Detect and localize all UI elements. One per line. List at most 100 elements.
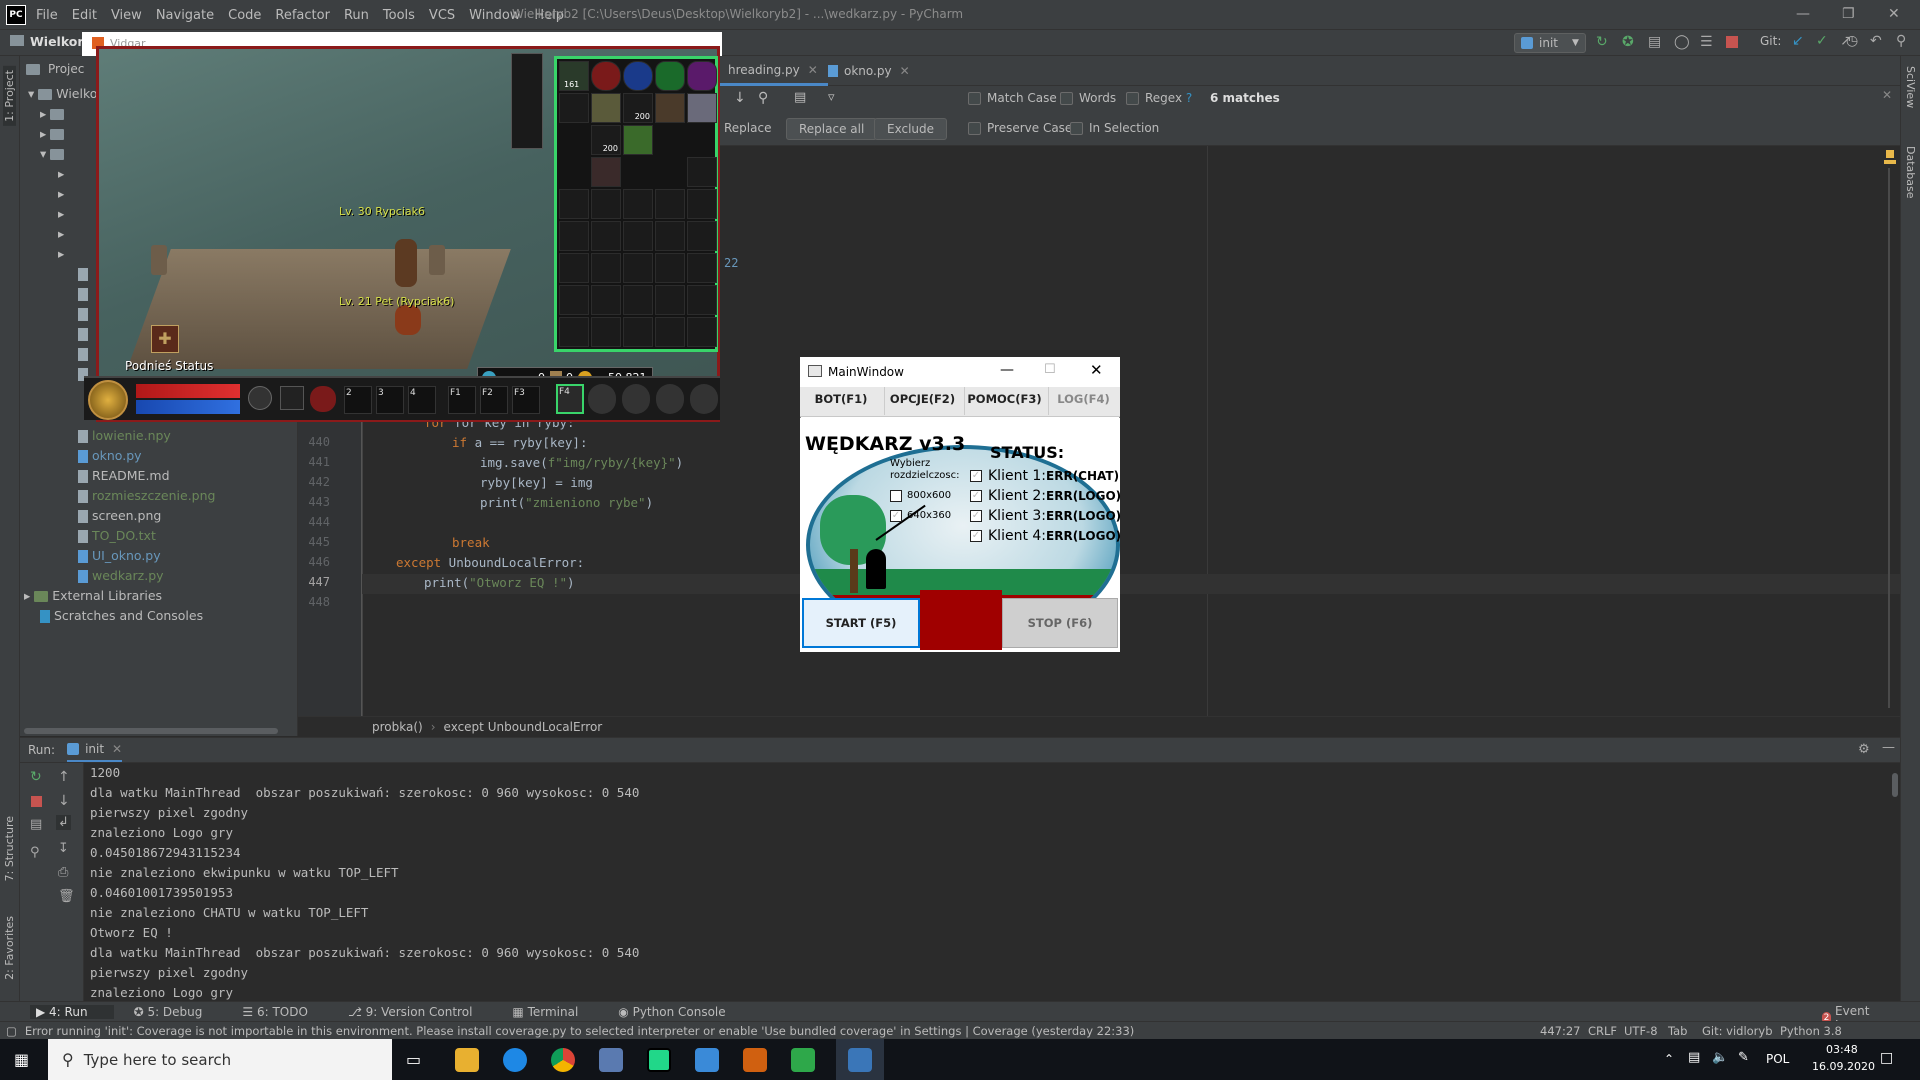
line-separator[interactable]: CRLF xyxy=(1588,1024,1617,1038)
client1-checkbox[interactable]: ✓ xyxy=(970,470,982,482)
close-icon[interactable]: ✕ xyxy=(1888,6,1900,22)
project-panel-title[interactable]: Projec xyxy=(48,62,84,76)
trash-icon[interactable]: 🗑 xyxy=(58,889,75,904)
inventory-slot[interactable] xyxy=(655,285,685,315)
inventory-slot[interactable] xyxy=(687,317,717,347)
checkbox[interactable] xyxy=(1060,92,1073,105)
tree-file[interactable] xyxy=(78,344,92,364)
run-tool-button[interactable]: ▶ 4: Run xyxy=(30,1004,114,1019)
app-icon[interactable] xyxy=(599,1048,623,1072)
sword-icon[interactable] xyxy=(559,93,589,123)
vcs-tool-button[interactable]: ⎇ 9: Version Control xyxy=(348,1005,492,1019)
python-taskbar-icon[interactable] xyxy=(848,1048,872,1072)
inventory-slot[interactable] xyxy=(655,221,685,251)
game-side-menu[interactable] xyxy=(511,53,543,149)
python-console-button[interactable]: ◉ Python Console xyxy=(618,1005,745,1019)
checkbox[interactable] xyxy=(968,122,981,135)
regex-option[interactable]: Regex ? xyxy=(1126,91,1192,105)
mana-potion-icon[interactable] xyxy=(623,61,653,91)
tree-file-readme[interactable]: README.md xyxy=(78,466,170,486)
breadcrumb-function[interactable]: probka() xyxy=(372,720,423,734)
inventory-panel[interactable]: 161 200 200 xyxy=(554,56,718,352)
close-find-icon[interactable]: ✕ xyxy=(1882,88,1892,102)
menu-run[interactable]: Run xyxy=(344,8,369,23)
status-button-label[interactable]: Podnieś Status xyxy=(125,359,213,373)
inventory-slot[interactable] xyxy=(687,285,717,315)
debug-icon[interactable]: ✪ xyxy=(1622,34,1634,50)
status-plus-icon[interactable]: ✚ xyxy=(151,325,179,353)
health-potion-icon[interactable] xyxy=(591,61,621,91)
scrollbar-track[interactable] xyxy=(1888,168,1890,708)
tree-file-ui-okno[interactable]: UI_okno.py xyxy=(78,546,161,566)
status-message[interactable]: Error running 'init': Coverage is not im… xyxy=(25,1024,1134,1038)
tree-file[interactable] xyxy=(78,324,92,344)
hotbar-slot[interactable]: 2 xyxy=(344,386,372,414)
profile-icon[interactable]: ◯ xyxy=(1674,34,1690,50)
debug-tool-button[interactable]: ✪ 5: Debug xyxy=(134,1005,223,1019)
tree-folder[interactable]: ▸ xyxy=(58,184,64,204)
inventory-slot[interactable] xyxy=(655,317,685,347)
client4-checkbox[interactable]: ✓ xyxy=(970,530,982,542)
favorites-tool-button[interactable]: 2: Favorites xyxy=(3,916,16,980)
inventory-slot[interactable] xyxy=(623,317,653,347)
clock-date[interactable]: 16.09.2020 xyxy=(1812,1060,1875,1073)
down-arrow-icon[interactable]: ↓ xyxy=(58,793,70,809)
find-all-icon[interactable]: ⚲ xyxy=(758,90,768,106)
up-arrow-icon[interactable]: ↑ xyxy=(58,769,70,785)
start-button[interactable]: START (F5) xyxy=(802,598,920,648)
hotbar-slot[interactable]: F3 xyxy=(512,386,540,414)
tab-okno[interactable]: okno.py ✕ xyxy=(818,56,920,86)
client3-checkbox[interactable]: ✓ xyxy=(970,510,982,522)
inventory-slot[interactable] xyxy=(559,317,589,347)
inventory-slot[interactable] xyxy=(655,253,685,283)
layout-icon[interactable]: ▤ xyxy=(30,817,42,832)
settings-gear-icon[interactable]: ⚙ xyxy=(1858,742,1870,757)
menu-edit[interactable]: Edit xyxy=(72,8,97,23)
inventory-slot[interactable] xyxy=(623,253,653,283)
hotbar-slot[interactable]: F4 xyxy=(556,384,584,414)
system-menu-icon[interactable] xyxy=(690,384,718,414)
tree-file-okno[interactable]: okno.py xyxy=(78,446,142,466)
bait-icon[interactable]: 200 xyxy=(591,125,621,155)
tree-file[interactable] xyxy=(78,284,92,304)
indent-setting[interactable]: Tab xyxy=(1668,1024,1687,1038)
menu-code[interactable]: Code xyxy=(228,8,261,23)
print-icon[interactable]: ⎙ xyxy=(58,865,68,880)
database-tool-button[interactable]: Database xyxy=(1904,146,1917,199)
tree-folder[interactable]: ▸ xyxy=(40,124,68,144)
tab-pomoc[interactable]: POMOC(F3) xyxy=(964,387,1044,415)
restore-icon[interactable]: ❐ xyxy=(1842,6,1855,22)
client2-checkbox[interactable]: ✓ xyxy=(970,490,982,502)
close-tab-icon[interactable]: ✕ xyxy=(808,63,818,77)
filter-icon[interactable]: ▿ xyxy=(828,90,835,105)
menu-file[interactable]: File xyxy=(36,8,58,23)
res-800-checkbox[interactable] xyxy=(890,490,902,502)
tab-log[interactable]: LOG(F4) xyxy=(1048,387,1118,415)
rerun-icon[interactable]: ↻ xyxy=(1596,34,1608,50)
player-character[interactable] xyxy=(395,239,417,287)
search-icon[interactable]: ⚲ xyxy=(1896,33,1906,49)
bow-icon[interactable] xyxy=(591,157,621,187)
inventory-slot[interactable]: 161 xyxy=(559,61,589,91)
git-branch[interactable]: Git: vidloryb xyxy=(1702,1024,1773,1038)
menu-view[interactable]: View xyxy=(111,8,142,23)
mainwindow-titlebar[interactable]: MainWindow — ☐ ✕ xyxy=(800,357,1120,387)
checkbox[interactable] xyxy=(968,92,981,105)
checkbox[interactable] xyxy=(1126,92,1139,105)
run-tab-init[interactable]: init ✕ xyxy=(67,738,123,762)
project-tool-button[interactable]: 1: Project xyxy=(3,66,16,126)
close-tab-icon[interactable]: ✕ xyxy=(900,64,910,78)
app-icon[interactable] xyxy=(695,1048,719,1072)
select-all-icon[interactable]: ▤ xyxy=(794,90,806,105)
tree-file-wedkarz[interactable]: wedkarz.py xyxy=(78,566,164,586)
bird-icon[interactable] xyxy=(687,93,717,123)
minimize-icon[interactable]: — xyxy=(1000,362,1014,378)
git-history-icon[interactable]: ◷ xyxy=(1846,33,1858,49)
tree-folder[interactable]: ▸ xyxy=(58,164,64,184)
tree-file-lowienie[interactable]: lowienie.npy xyxy=(78,426,171,446)
hotbar-potion-icon[interactable] xyxy=(310,386,336,412)
character-menu-icon[interactable] xyxy=(588,384,616,414)
hotbar-slot[interactable]: 3 xyxy=(376,386,404,414)
inventory-slot[interactable] xyxy=(591,253,621,283)
skills-menu-icon[interactable] xyxy=(656,384,684,414)
